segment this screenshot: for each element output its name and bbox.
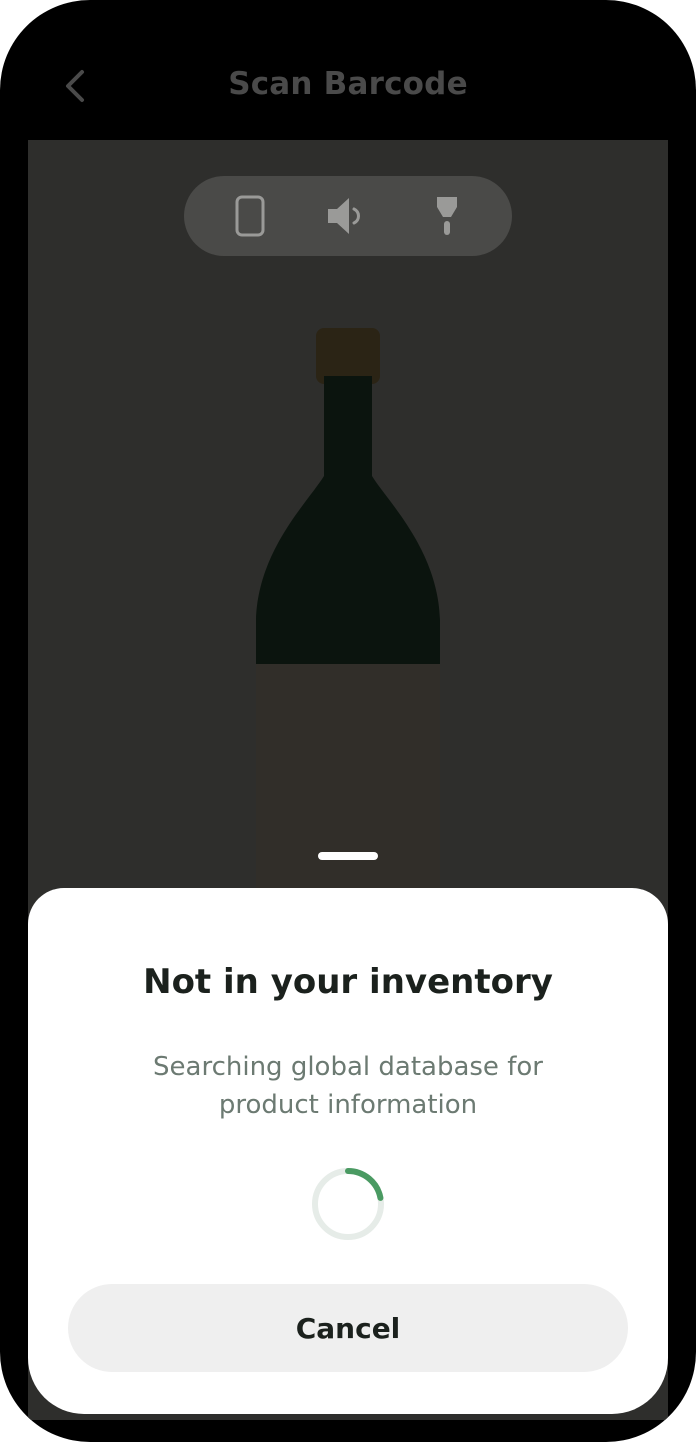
- page-title: Scan Barcode: [228, 66, 468, 102]
- sound-toggle-button[interactable]: [318, 188, 374, 244]
- bottom-sheet: Not in your inventory Searching global d…: [28, 888, 668, 1414]
- header: Scan Barcode: [0, 40, 696, 130]
- sheet-subtitle-line2: product information: [218, 1090, 478, 1120]
- loading-spinner: [312, 1168, 384, 1240]
- phone-frame: Scan Barcode Not in your inventory Searc…: [0, 0, 696, 1442]
- device-toggle-button[interactable]: [222, 188, 278, 244]
- flashlight-icon: [437, 197, 457, 235]
- sheet-subtitle: Searching global database for product in…: [108, 1048, 588, 1124]
- camera-toolbar: [184, 176, 512, 256]
- sheet-subtitle-line1: Searching global database for: [153, 1052, 543, 1082]
- sheet-title: Not in your inventory: [143, 962, 553, 1002]
- cancel-button[interactable]: Cancel: [68, 1284, 628, 1372]
- speaker-icon: [328, 198, 360, 234]
- phone-outline-icon: [235, 195, 265, 237]
- sheet-drag-handle[interactable]: [318, 852, 378, 860]
- wine-bottle-image: [256, 328, 440, 940]
- flashlight-toggle-button[interactable]: [419, 188, 475, 244]
